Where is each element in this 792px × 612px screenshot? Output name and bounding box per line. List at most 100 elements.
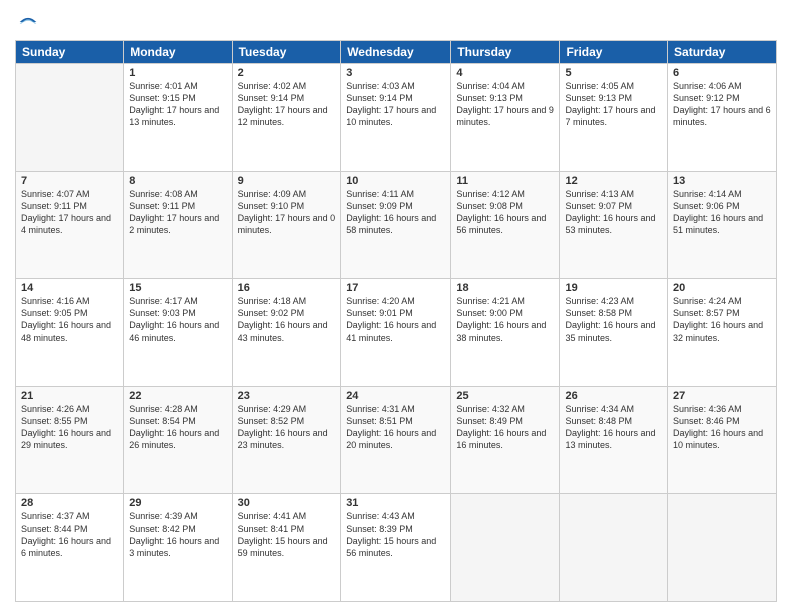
- calendar-cell: 10Sunrise: 4:11 AM Sunset: 9:09 PM Dayli…: [341, 171, 451, 279]
- day-info: Sunrise: 4:02 AM Sunset: 9:14 PM Dayligh…: [238, 80, 336, 129]
- day-number: 9: [238, 175, 336, 187]
- calendar-cell: 29Sunrise: 4:39 AM Sunset: 8:42 PM Dayli…: [124, 494, 232, 602]
- header: [15, 10, 777, 32]
- day-number: 14: [21, 282, 118, 294]
- day-number: 16: [238, 282, 336, 294]
- day-number: 26: [565, 390, 662, 402]
- day-info: Sunrise: 4:43 AM Sunset: 8:39 PM Dayligh…: [346, 510, 445, 559]
- calendar-cell: 20Sunrise: 4:24 AM Sunset: 8:57 PM Dayli…: [668, 279, 777, 387]
- calendar-week-row: 21Sunrise: 4:26 AM Sunset: 8:55 PM Dayli…: [16, 386, 777, 494]
- calendar-week-row: 1Sunrise: 4:01 AM Sunset: 9:15 PM Daylig…: [16, 64, 777, 172]
- day-number: 25: [456, 390, 554, 402]
- day-info: Sunrise: 4:32 AM Sunset: 8:49 PM Dayligh…: [456, 403, 554, 452]
- day-info: Sunrise: 4:06 AM Sunset: 9:12 PM Dayligh…: [673, 80, 771, 129]
- calendar-cell: 30Sunrise: 4:41 AM Sunset: 8:41 PM Dayli…: [232, 494, 341, 602]
- day-info: Sunrise: 4:03 AM Sunset: 9:14 PM Dayligh…: [346, 80, 445, 129]
- col-friday: Friday: [560, 41, 668, 64]
- day-info: Sunrise: 4:05 AM Sunset: 9:13 PM Dayligh…: [565, 80, 662, 129]
- day-info: Sunrise: 4:34 AM Sunset: 8:48 PM Dayligh…: [565, 403, 662, 452]
- day-number: 10: [346, 175, 445, 187]
- day-number: 8: [129, 175, 226, 187]
- calendar-cell: 23Sunrise: 4:29 AM Sunset: 8:52 PM Dayli…: [232, 386, 341, 494]
- day-number: 5: [565, 67, 662, 79]
- logo-icon: [18, 12, 38, 32]
- day-info: Sunrise: 4:12 AM Sunset: 9:08 PM Dayligh…: [456, 188, 554, 237]
- calendar-cell: 18Sunrise: 4:21 AM Sunset: 9:00 PM Dayli…: [451, 279, 560, 387]
- calendar-cell: 5Sunrise: 4:05 AM Sunset: 9:13 PM Daylig…: [560, 64, 668, 172]
- col-tuesday: Tuesday: [232, 41, 341, 64]
- day-number: 21: [21, 390, 118, 402]
- day-number: 24: [346, 390, 445, 402]
- day-info: Sunrise: 4:01 AM Sunset: 9:15 PM Dayligh…: [129, 80, 226, 129]
- calendar-cell: [560, 494, 668, 602]
- calendar-cell: 28Sunrise: 4:37 AM Sunset: 8:44 PM Dayli…: [16, 494, 124, 602]
- day-info: Sunrise: 4:41 AM Sunset: 8:41 PM Dayligh…: [238, 510, 336, 559]
- calendar-cell: 13Sunrise: 4:14 AM Sunset: 9:06 PM Dayli…: [668, 171, 777, 279]
- day-info: Sunrise: 4:36 AM Sunset: 8:46 PM Dayligh…: [673, 403, 771, 452]
- calendar-cell: 26Sunrise: 4:34 AM Sunset: 8:48 PM Dayli…: [560, 386, 668, 494]
- day-info: Sunrise: 4:08 AM Sunset: 9:11 PM Dayligh…: [129, 188, 226, 237]
- day-number: 18: [456, 282, 554, 294]
- calendar-cell: 24Sunrise: 4:31 AM Sunset: 8:51 PM Dayli…: [341, 386, 451, 494]
- calendar-cell: [16, 64, 124, 172]
- day-number: 30: [238, 497, 336, 509]
- calendar-cell: 19Sunrise: 4:23 AM Sunset: 8:58 PM Dayli…: [560, 279, 668, 387]
- calendar-cell: 21Sunrise: 4:26 AM Sunset: 8:55 PM Dayli…: [16, 386, 124, 494]
- calendar-cell: 27Sunrise: 4:36 AM Sunset: 8:46 PM Dayli…: [668, 386, 777, 494]
- calendar-week-row: 7Sunrise: 4:07 AM Sunset: 9:11 PM Daylig…: [16, 171, 777, 279]
- calendar-table: Sunday Monday Tuesday Wednesday Thursday…: [15, 40, 777, 602]
- day-info: Sunrise: 4:14 AM Sunset: 9:06 PM Dayligh…: [673, 188, 771, 237]
- calendar-cell: 15Sunrise: 4:17 AM Sunset: 9:03 PM Dayli…: [124, 279, 232, 387]
- page: Sunday Monday Tuesday Wednesday Thursday…: [0, 0, 792, 612]
- logo-text: [15, 10, 38, 32]
- calendar-cell: 25Sunrise: 4:32 AM Sunset: 8:49 PM Dayli…: [451, 386, 560, 494]
- day-number: 1: [129, 67, 226, 79]
- calendar-cell: [668, 494, 777, 602]
- calendar-cell: 16Sunrise: 4:18 AM Sunset: 9:02 PM Dayli…: [232, 279, 341, 387]
- day-info: Sunrise: 4:11 AM Sunset: 9:09 PM Dayligh…: [346, 188, 445, 237]
- day-info: Sunrise: 4:16 AM Sunset: 9:05 PM Dayligh…: [21, 295, 118, 344]
- col-thursday: Thursday: [451, 41, 560, 64]
- day-info: Sunrise: 4:21 AM Sunset: 9:00 PM Dayligh…: [456, 295, 554, 344]
- calendar-week-row: 28Sunrise: 4:37 AM Sunset: 8:44 PM Dayli…: [16, 494, 777, 602]
- day-number: 27: [673, 390, 771, 402]
- day-number: 2: [238, 67, 336, 79]
- col-saturday: Saturday: [668, 41, 777, 64]
- calendar-cell: 1Sunrise: 4:01 AM Sunset: 9:15 PM Daylig…: [124, 64, 232, 172]
- calendar-cell: 4Sunrise: 4:04 AM Sunset: 9:13 PM Daylig…: [451, 64, 560, 172]
- calendar-cell: 2Sunrise: 4:02 AM Sunset: 9:14 PM Daylig…: [232, 64, 341, 172]
- calendar-week-row: 14Sunrise: 4:16 AM Sunset: 9:05 PM Dayli…: [16, 279, 777, 387]
- calendar-cell: 14Sunrise: 4:16 AM Sunset: 9:05 PM Dayli…: [16, 279, 124, 387]
- col-sunday: Sunday: [16, 41, 124, 64]
- day-info: Sunrise: 4:31 AM Sunset: 8:51 PM Dayligh…: [346, 403, 445, 452]
- day-number: 6: [673, 67, 771, 79]
- day-info: Sunrise: 4:29 AM Sunset: 8:52 PM Dayligh…: [238, 403, 336, 452]
- calendar-cell: 7Sunrise: 4:07 AM Sunset: 9:11 PM Daylig…: [16, 171, 124, 279]
- day-number: 12: [565, 175, 662, 187]
- day-number: 4: [456, 67, 554, 79]
- calendar-cell: 22Sunrise: 4:28 AM Sunset: 8:54 PM Dayli…: [124, 386, 232, 494]
- calendar-cell: 31Sunrise: 4:43 AM Sunset: 8:39 PM Dayli…: [341, 494, 451, 602]
- day-info: Sunrise: 4:26 AM Sunset: 8:55 PM Dayligh…: [21, 403, 118, 452]
- calendar-cell: 3Sunrise: 4:03 AM Sunset: 9:14 PM Daylig…: [341, 64, 451, 172]
- day-info: Sunrise: 4:18 AM Sunset: 9:02 PM Dayligh…: [238, 295, 336, 344]
- day-info: Sunrise: 4:17 AM Sunset: 9:03 PM Dayligh…: [129, 295, 226, 344]
- day-number: 17: [346, 282, 445, 294]
- day-info: Sunrise: 4:24 AM Sunset: 8:57 PM Dayligh…: [673, 295, 771, 344]
- day-info: Sunrise: 4:37 AM Sunset: 8:44 PM Dayligh…: [21, 510, 118, 559]
- calendar-cell: 17Sunrise: 4:20 AM Sunset: 9:01 PM Dayli…: [341, 279, 451, 387]
- day-number: 3: [346, 67, 445, 79]
- col-monday: Monday: [124, 41, 232, 64]
- col-wednesday: Wednesday: [341, 41, 451, 64]
- day-number: 13: [673, 175, 771, 187]
- day-number: 22: [129, 390, 226, 402]
- calendar-cell: 9Sunrise: 4:09 AM Sunset: 9:10 PM Daylig…: [232, 171, 341, 279]
- day-info: Sunrise: 4:13 AM Sunset: 9:07 PM Dayligh…: [565, 188, 662, 237]
- day-number: 31: [346, 497, 445, 509]
- day-info: Sunrise: 4:23 AM Sunset: 8:58 PM Dayligh…: [565, 295, 662, 344]
- day-number: 15: [129, 282, 226, 294]
- day-number: 28: [21, 497, 118, 509]
- day-number: 7: [21, 175, 118, 187]
- calendar-cell: 12Sunrise: 4:13 AM Sunset: 9:07 PM Dayli…: [560, 171, 668, 279]
- day-number: 23: [238, 390, 336, 402]
